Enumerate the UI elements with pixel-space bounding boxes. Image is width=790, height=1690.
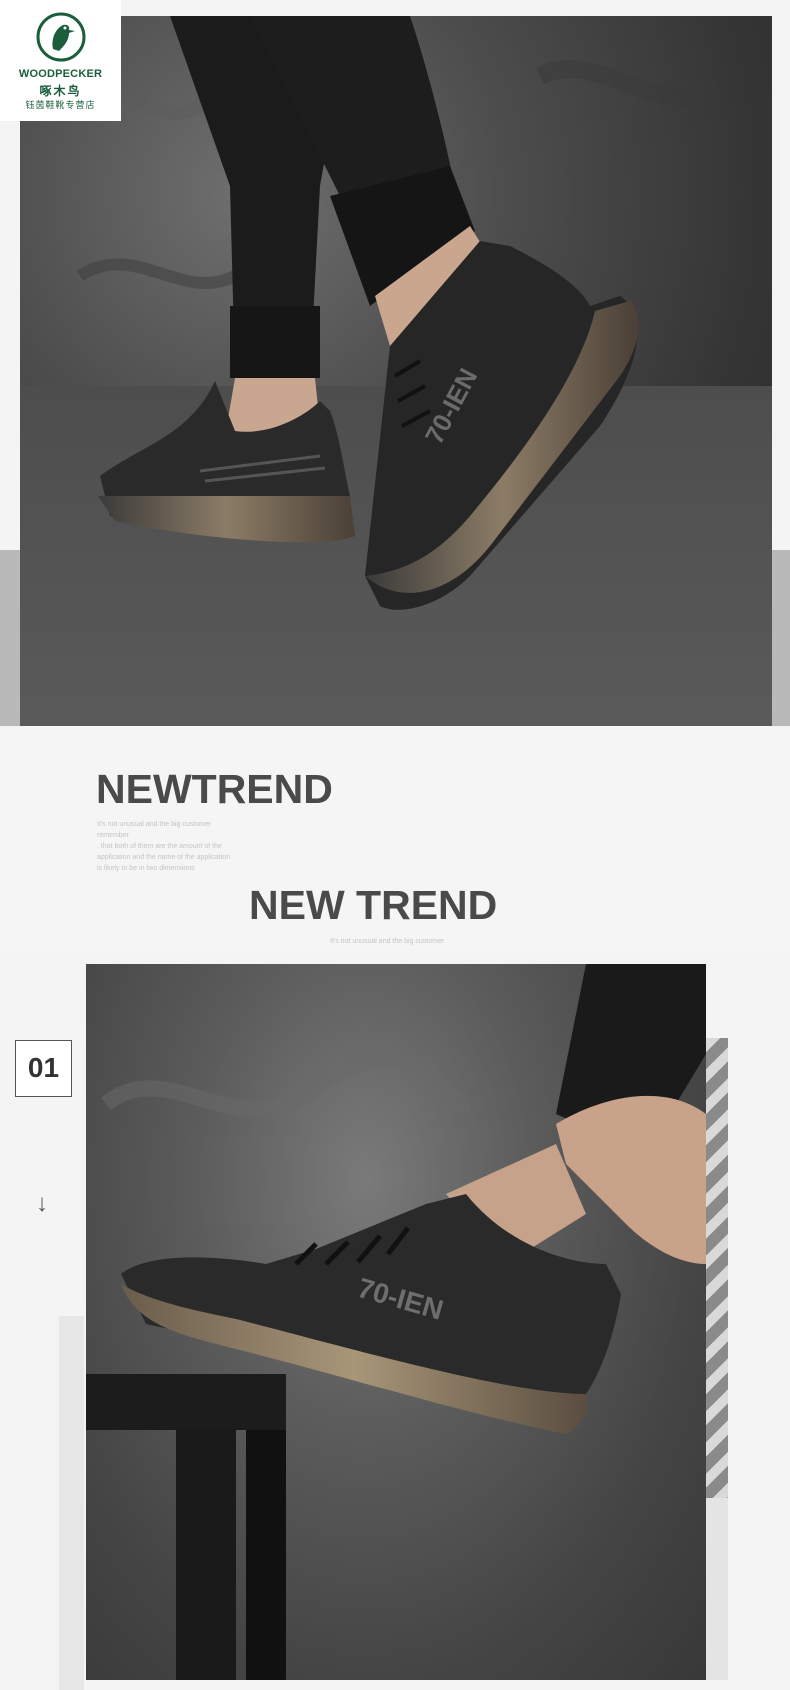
step-number: 01 bbox=[27, 1052, 60, 1083]
decorative-edge bbox=[706, 1498, 728, 1680]
hero-sneaker-illustration: 70-IEN bbox=[20, 16, 772, 726]
trend-title-primary: NEWTREND bbox=[96, 766, 333, 812]
hand bbox=[556, 1095, 706, 1264]
brand-logo[interactable]: WOODPECKER 啄木鸟 钰茵鞋靴专营店 bbox=[0, 0, 121, 121]
hero-side-left bbox=[0, 550, 20, 726]
brand-name-en: WOODPECKER bbox=[18, 68, 103, 80]
stool-leg bbox=[176, 1430, 236, 1680]
brand-name-cn: 啄木鸟 bbox=[39, 84, 82, 98]
trend-section: NEWTREND It's not unusual and the big cu… bbox=[0, 726, 790, 950]
blurb-line: remember bbox=[97, 832, 129, 839]
hero-side-right bbox=[772, 550, 790, 726]
down-arrow-icon: ↓ bbox=[36, 1190, 48, 1217]
blurb-line: . that both of them are the amount of th… bbox=[97, 843, 222, 850]
trend-blurb: It's not unusual and the big customer re… bbox=[97, 819, 287, 874]
hero-photo: 70-IEN bbox=[20, 16, 772, 726]
stool-top bbox=[86, 1374, 286, 1430]
detail-left-accent bbox=[59, 1316, 84, 1690]
brand-store-name: 钰茵鞋靴专营店 bbox=[25, 100, 96, 110]
step-number-box: 01 bbox=[15, 1040, 72, 1097]
detail-sneaker-illustration: 70-IEN bbox=[86, 964, 706, 1680]
woodpecker-logo-icon bbox=[36, 12, 86, 62]
blurb-line: application and the name of the applicat… bbox=[97, 854, 231, 861]
trend-title-secondary: NEW TREND bbox=[249, 882, 498, 928]
detail-photo: 70-IEN bbox=[86, 964, 706, 1680]
decorative-stripes bbox=[706, 1038, 728, 1498]
stool-leg-back bbox=[246, 1430, 286, 1680]
trouser-cuff-back bbox=[230, 306, 320, 378]
blurb-line: It's not unusual and the big customer bbox=[97, 821, 212, 828]
trend-subtitle: It's not unusual and the big customer bbox=[330, 938, 445, 945]
blurb-line: is likely to be in two dimensions bbox=[97, 865, 195, 872]
